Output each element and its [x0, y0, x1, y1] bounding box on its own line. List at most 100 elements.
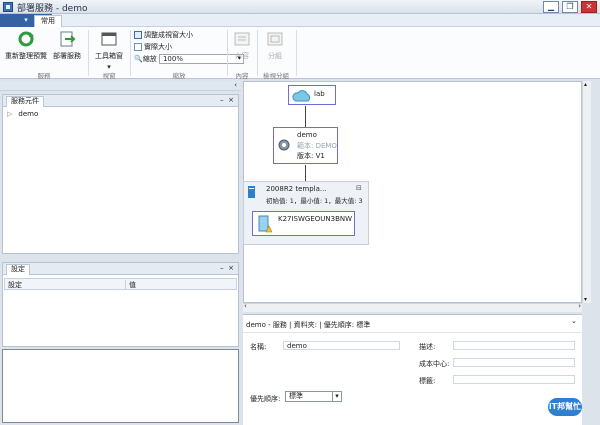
priority-label: 優先順序: — [250, 395, 281, 403]
settings-table-header: 設定 值 — [4, 278, 237, 290]
actual-size-icon — [134, 43, 142, 51]
chevron-down-icon: ▾ — [332, 391, 341, 402]
tab-service-components[interactable]: 服務元件 — [6, 96, 44, 107]
deploy-icon — [60, 31, 76, 47]
name-value: demo — [287, 342, 307, 350]
tab-home[interactable]: 常用 — [34, 15, 62, 27]
expand-arrow-icon[interactable]: ▷ — [7, 110, 12, 118]
service-name: demo — [297, 131, 317, 139]
group-label-window: 視窗 — [102, 72, 116, 80]
panel-close-controls: – × — [220, 263, 234, 274]
content-icon — [234, 32, 250, 46]
service-version: 版本: V1 — [297, 152, 325, 160]
service-gear-icon — [278, 139, 290, 151]
tree-item-label: demo — [18, 110, 39, 118]
close-button[interactable]: ✕ — [581, 1, 597, 13]
service-release: 範本: DEMO — [297, 142, 337, 150]
cost-center-field[interactable] — [453, 358, 575, 367]
service-components-panel: 服務元件 – × ▷ demo — [2, 94, 239, 254]
detail-divider — [243, 332, 582, 333]
magnifier-icon: 🔍 — [134, 55, 143, 63]
fit-window-button[interactable]: 調整成視窗大小 — [134, 30, 193, 40]
pin-icon[interactable]: – — [220, 264, 224, 272]
group-label-scale: 檢視分組 — [263, 72, 289, 80]
close-icon[interactable]: × — [228, 264, 234, 272]
zoom-label: 縮放 — [142, 55, 157, 63]
deploy-label: 部署服務 — [53, 52, 81, 60]
group-label-service: 服務 — [37, 72, 51, 80]
ribbon-tab-row — [0, 14, 600, 27]
connector-line — [305, 165, 306, 182]
scroll-up-icon[interactable]: ▴ — [584, 81, 587, 88]
group-label: 分組 — [268, 52, 282, 60]
close-icon[interactable]: × — [228, 96, 234, 104]
tag-field[interactable] — [453, 375, 575, 384]
left-panel-strip: ‹ — [0, 81, 241, 91]
group-icon — [267, 32, 283, 46]
cloud-node[interactable]: lab — [288, 85, 336, 105]
settings-panel-header: 設定 – × — [3, 263, 238, 275]
designer-canvas: lab demo 範本: DEMO 版本: V1 2008R2 templa..… — [243, 81, 582, 303]
description-field[interactable] — [453, 341, 575, 350]
watermark-logo: iT邦幫忙 — [548, 398, 582, 416]
cloud-icon — [292, 90, 311, 102]
group-button[interactable]: 分組 — [262, 31, 288, 61]
cloud-name: lab — [314, 90, 325, 98]
fit-window-label: 調整成視窗大小 — [144, 31, 193, 39]
fit-window-icon — [134, 31, 142, 39]
title-bar — [0, 0, 600, 14]
minimize-button[interactable]: ▁ — [543, 1, 559, 13]
detail-panel: demo - 服務 | 資料夾: | 優先順序: 標準 ⌄ 名稱: demo 描… — [243, 314, 582, 425]
scroll-left-icon[interactable]: ‹ — [244, 302, 247, 310]
settings-panel: 設定 – × 設定 值 — [2, 262, 239, 347]
panel-close-controls: – × — [220, 95, 234, 106]
tier-collapse-toggle[interactable]: ⊟ — [356, 184, 362, 192]
ribbon-separator — [130, 30, 131, 76]
group-label-zoom: 縮放 — [172, 72, 186, 80]
tree-item[interactable]: ▷ demo — [7, 110, 234, 118]
app-icon — [3, 2, 13, 12]
column-value[interactable]: 值 — [125, 280, 136, 290]
window-title: 部署服務 - demo — [17, 4, 88, 14]
actual-size-button[interactable]: 實際大小 — [134, 42, 172, 52]
tier-name: 2008R2 templa... — [266, 185, 327, 193]
content-button[interactable]: 內容 — [230, 31, 254, 61]
vm-server-icon — [258, 215, 272, 233]
toolbox-window-button[interactable]: 工具箱窗 ▾ — [91, 31, 127, 71]
connector-line — [305, 106, 306, 127]
pin-icon[interactable]: – — [220, 96, 224, 104]
tag-label: 標籤: — [419, 377, 436, 385]
priority-select[interactable]: 標準 ▾ — [285, 391, 342, 402]
collapse-left-icon[interactable]: ‹ — [234, 81, 237, 89]
maximize-button[interactable]: ❐ — [562, 1, 578, 13]
scroll-down-icon[interactable]: ▾ — [584, 296, 587, 303]
toolbox-label: 工具箱窗 — [95, 52, 123, 60]
content-label: 內容 — [235, 52, 249, 60]
column-setting[interactable]: 設定 — [8, 280, 22, 290]
name-label: 名稱: — [250, 343, 267, 351]
priority-value: 標準 — [289, 392, 303, 400]
refresh-icon — [18, 31, 34, 47]
service-node[interactable]: demo 範本: DEMO 版本: V1 — [273, 127, 338, 164]
tab-settings[interactable]: 設定 — [6, 264, 30, 275]
vm-node[interactable]: K27ISWGEOUN3BNW — [252, 211, 355, 236]
tier-counts: 初始值: 1，最小值: 1，最大值: 3 — [266, 197, 363, 205]
service-panel-header: 服務元件 – × — [3, 95, 238, 107]
ribbon: 重新整理預覽 部署服務 服務 工具箱窗 ▾ 視窗 調整成視窗大小 實際大小 🔍縮… — [0, 27, 600, 80]
description-box — [2, 349, 239, 423]
group-label-content: 內容 — [235, 72, 249, 80]
detail-header: demo - 服務 | 資料夾: | 優先順序: 標準 — [246, 321, 371, 329]
refresh-preview-button[interactable]: 重新整理預覽 — [4, 31, 48, 61]
description-label: 描述: — [419, 343, 436, 351]
tier-container[interactable]: 2008R2 templa... ⊟ 初始值: 1，最小值: 1，最大值: 3 … — [243, 181, 369, 245]
ribbon-separator — [296, 30, 297, 76]
name-field[interactable]: demo — [283, 341, 400, 350]
server-icon — [248, 186, 255, 198]
vertical-scrollbar[interactable]: ▴ ▾ — [582, 81, 591, 303]
detail-chevron-icon[interactable]: ⌄ — [571, 317, 577, 325]
scroll-right-icon[interactable]: › — [578, 302, 581, 310]
deploy-service-button[interactable]: 部署服務 — [48, 31, 86, 61]
toolbox-icon — [101, 32, 117, 46]
vm-name: K27ISWGEOUN3BNW — [278, 215, 353, 223]
horizontal-scrollbar[interactable]: ‹ › — [243, 302, 582, 312]
